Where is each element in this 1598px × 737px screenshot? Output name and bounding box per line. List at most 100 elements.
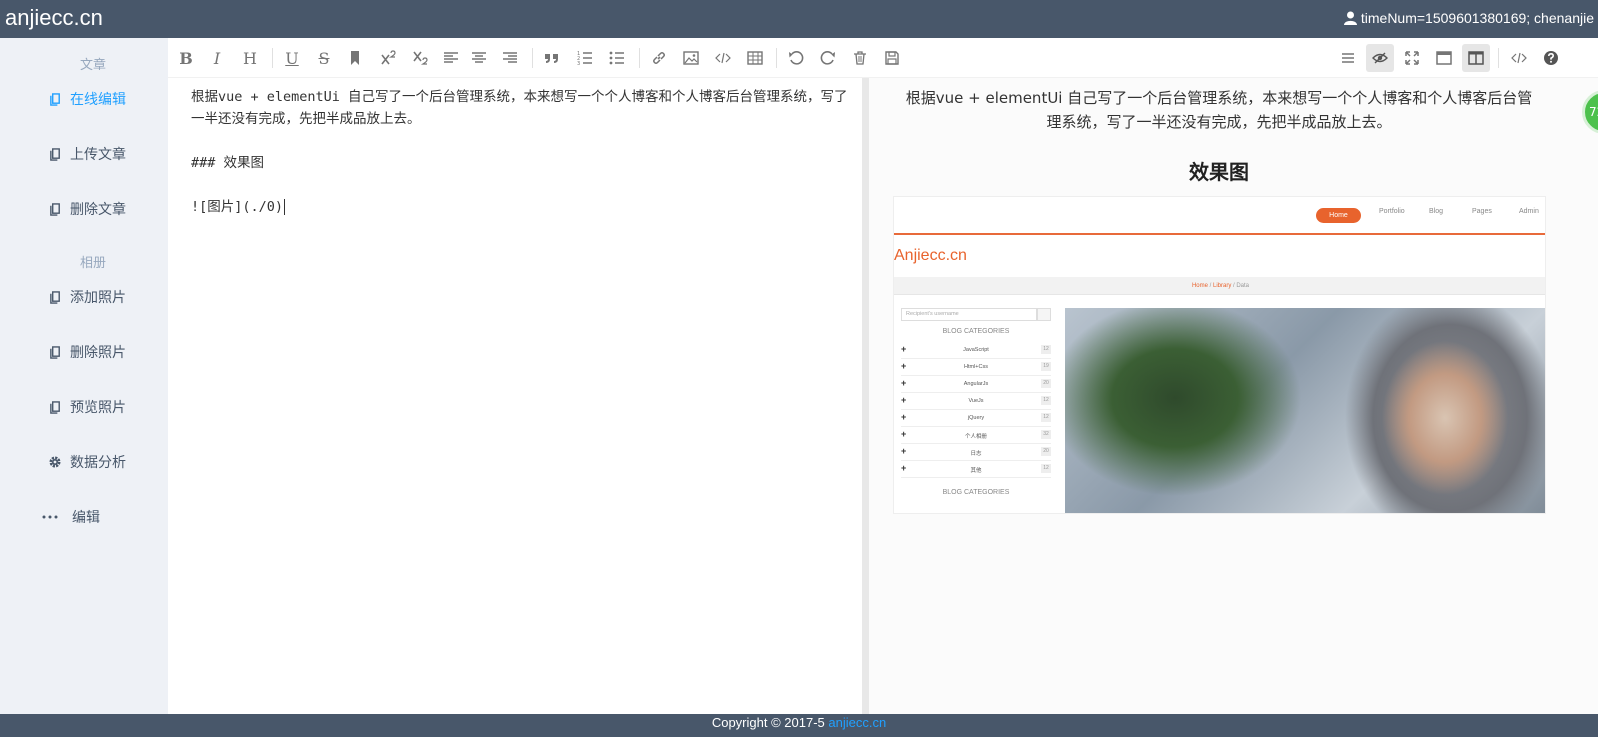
sidebar-item-delete-article[interactable]: 删除文章 <box>0 189 168 229</box>
editor-line <box>191 174 851 196</box>
image-category-row: + 个人相册 32 <box>901 427 1051 444</box>
image-breadcrumb: Home / Library / Data <box>894 277 1545 295</box>
image-category-count: 20 <box>1041 379 1051 388</box>
preview-image: Home Portfolio Blog Pages Admin Anjiecc.… <box>893 196 1546 514</box>
image-category-count: 12 <box>1041 464 1051 473</box>
text-cursor <box>284 199 286 215</box>
sidebar-group-album: 相册 <box>79 256 106 271</box>
superscript-icon[interactable] <box>374 44 402 72</box>
image-category-name: JavaScript <box>963 347 989 353</box>
image-category-name: Html+Css <box>964 364 988 370</box>
image-category-row: + 日志 20 <box>901 444 1051 461</box>
sidebar-item-upload-article[interactable]: 上传文章 <box>0 134 168 174</box>
image-category-row: + jQuery 12 <box>901 410 1051 427</box>
underline-button[interactable]: U <box>278 44 306 72</box>
document-icon <box>48 345 62 359</box>
help-icon[interactable] <box>1537 44 1565 72</box>
footer-link[interactable]: anjiecc.cn <box>828 715 886 730</box>
unordered-list-icon[interactable] <box>603 44 631 72</box>
redo-icon[interactable] <box>814 44 842 72</box>
footer: Copyright © 2017-5 anjiecc.cn <box>0 714 1598 737</box>
sidebar-item-data-analysis[interactable]: 数据分析 <box>0 442 168 482</box>
preview-toggle-icon[interactable] <box>1366 44 1394 72</box>
markdown-textarea[interactable]: 根据vue + elementUi 自己写了一个后台管理系统，本来想写一个个人博… <box>191 86 851 218</box>
preview-heading: 效果图 <box>1189 160 1249 184</box>
link-icon[interactable] <box>645 44 673 72</box>
quote-icon[interactable] <box>538 44 566 72</box>
toolbar-divider <box>776 48 777 68</box>
align-center-icon[interactable] <box>465 44 493 72</box>
image-categories-title: BLOG CATEGORIES <box>942 489 1010 496</box>
image-category-count: 19 <box>1041 362 1051 371</box>
document-icon <box>48 92 62 106</box>
sidebar-group-articles: 文章 <box>79 58 106 73</box>
sidebar-item-delete-photo[interactable]: 删除照片 <box>0 332 168 372</box>
image-category-name: 日志 <box>970 451 982 457</box>
header-button[interactable]: H <box>236 44 264 72</box>
undo-icon[interactable] <box>782 44 810 72</box>
bookmark-icon[interactable] <box>341 44 369 72</box>
read-mode-icon[interactable] <box>1430 44 1458 72</box>
sidebar-item-label: 数据分析 <box>70 455 126 471</box>
html-code-icon[interactable] <box>1505 44 1533 72</box>
image-logo: Anjiecc.cn <box>894 247 967 264</box>
editor-toolbar: B I H U S 123 <box>168 38 1598 78</box>
sidebar-item-preview-photo[interactable]: 预览照片 <box>0 387 168 427</box>
subscript-icon[interactable] <box>406 44 434 72</box>
preview-paragraph: 根据vue + elementUi 自己写了一个后台管理系统，本来想写一个个人博… <box>905 89 1533 131</box>
image-category-name: jQuery <box>967 415 985 421</box>
image-navbar: Home Portfolio Blog Pages Admin <box>894 197 1545 235</box>
image-category-name: 其他 <box>970 468 982 474</box>
image-search-button <box>1037 308 1051 321</box>
fullscreen-icon[interactable] <box>1398 44 1426 72</box>
sidebar-item-online-edit[interactable]: 在线编辑 <box>0 79 168 119</box>
subfield-icon[interactable] <box>1462 44 1490 72</box>
document-icon <box>48 400 62 414</box>
table-icon[interactable] <box>741 44 769 72</box>
user-icon <box>1343 11 1357 25</box>
image-category-name: 个人相册 <box>964 434 987 440</box>
sidebar-item-edit[interactable]: 编辑 <box>0 497 168 537</box>
toolbar-divider <box>532 48 533 68</box>
strikethrough-button[interactable]: S <box>310 44 338 72</box>
align-right-icon[interactable] <box>496 44 524 72</box>
image-nav-item: Pages <box>1472 208 1492 215</box>
pane-divider[interactable] <box>862 78 869 714</box>
top-header: anjiecc.cn timeNum=1509601380169; chenan… <box>0 0 1598 38</box>
image-category-name: AngularJs <box>963 381 989 387</box>
gear-icon <box>48 455 62 469</box>
bold-button[interactable]: B <box>172 44 200 72</box>
user-info[interactable]: timeNum=1509601380169; chenanjie <box>1343 10 1594 26</box>
image-category-row: + JavaScript 12 <box>901 342 1051 359</box>
markdown-input-pane[interactable]: 根据vue + elementUi 自己写了一个后台管理系统，本来想写一个个人博… <box>168 78 862 714</box>
image-category-name: VueJs <box>968 398 984 404</box>
image-icon[interactable] <box>677 44 705 72</box>
document-icon <box>48 147 62 161</box>
image-category-row: + Html+Css 19 <box>901 359 1051 376</box>
user-info-text: timeNum=1509601380169; chenanjie <box>1360 10 1594 26</box>
align-left-icon[interactable] <box>437 44 465 72</box>
markdown-preview-pane: 根据vue + elementUi 自己写了一个后台管理系统，本来想写一个个人博… <box>869 78 1598 714</box>
image-category-row: + AngularJs 20 <box>901 376 1051 393</box>
image-nav-item: Admin <box>1519 208 1539 215</box>
image-nav-item: Portfolio <box>1379 208 1405 215</box>
brand-logo[interactable]: anjiecc.cn <box>5 5 103 31</box>
code-icon[interactable] <box>709 44 737 72</box>
document-icon <box>48 202 62 216</box>
editor-line: 根据vue + elementUi 自己写了一个后台管理系统，本来想写一个个人博… <box>191 89 848 127</box>
navigation-icon[interactable] <box>1334 44 1362 72</box>
sidebar-item-add-photo[interactable]: 添加照片 <box>0 277 168 317</box>
image-categories-title: BLOG CATEGORIES <box>942 328 1010 335</box>
toolbar-divider <box>1498 48 1499 68</box>
image-category-count: 12 <box>1041 396 1051 405</box>
sidebar-item-label: 在线编辑 <box>70 92 126 108</box>
trash-icon[interactable] <box>846 44 874 72</box>
ordered-list-icon[interactable]: 123 <box>571 44 599 72</box>
image-category-row: + VueJs 12 <box>901 393 1051 410</box>
image-category-count: 32 <box>1041 430 1051 439</box>
italic-button[interactable]: I <box>203 44 231 72</box>
save-icon[interactable] <box>878 44 906 72</box>
sidebar-item-label: 添加照片 <box>70 290 126 306</box>
editor-line <box>191 130 851 152</box>
image-nav-item: Blog <box>1429 208 1444 215</box>
